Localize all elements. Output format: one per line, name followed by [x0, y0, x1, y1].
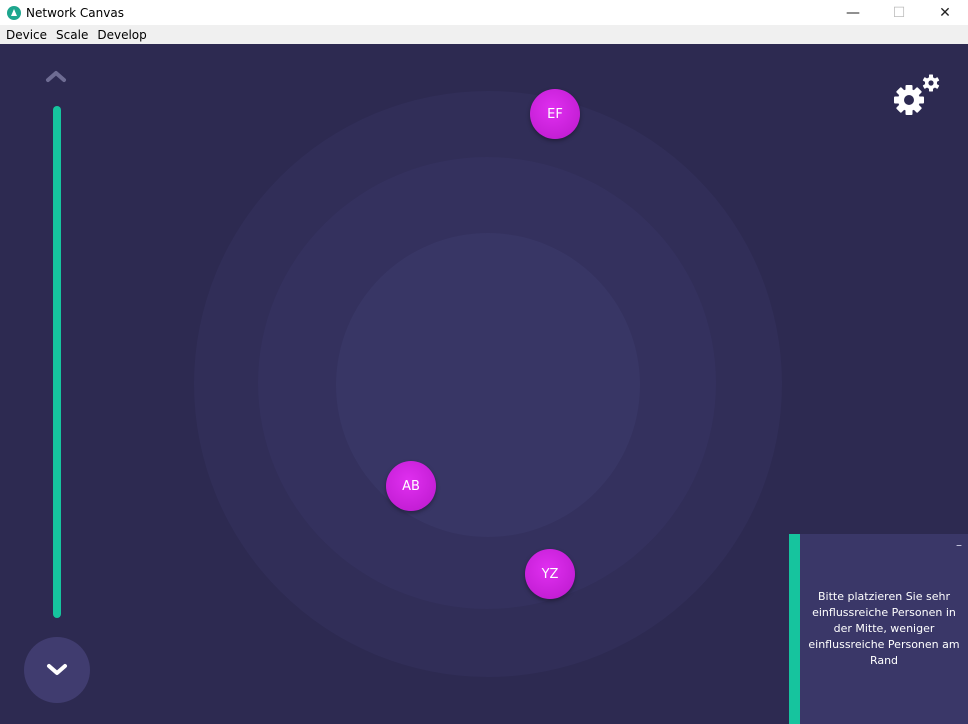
sociogram-canvas[interactable]: EF AB YZ – Bitte platzieren Sie sehr ein… — [0, 44, 968, 724]
menu-scale[interactable]: Scale — [50, 28, 91, 42]
maximize-button[interactable]: ☐ — [876, 0, 922, 25]
minimize-button[interactable]: — — [830, 0, 876, 25]
prompt-minimize-button[interactable]: – — [956, 538, 962, 552]
scroll-up-button[interactable] — [45, 66, 67, 86]
app-logo-icon — [7, 5, 21, 20]
window-controls: — ☐ ✕ — [830, 0, 968, 25]
vertical-slider-track[interactable] — [53, 106, 61, 618]
menu-develop[interactable]: Develop — [91, 28, 149, 42]
prompt-panel: – Bitte platzieren Sie sehr einflussreic… — [789, 534, 968, 724]
close-button[interactable]: ✕ — [922, 0, 968, 25]
scroll-down-button[interactable] — [24, 637, 90, 703]
window-title-bar: Network Canvas — ☐ ✕ — [0, 0, 968, 25]
node-yz[interactable]: YZ — [525, 549, 575, 599]
gears-icon — [894, 74, 940, 115]
node-ef[interactable]: EF — [530, 89, 580, 139]
chevron-down-icon — [47, 664, 67, 675]
concentric-ring-inner — [336, 233, 640, 537]
settings-button[interactable] — [892, 74, 942, 118]
node-ab[interactable]: AB — [386, 461, 436, 511]
menu-device[interactable]: Device — [0, 28, 50, 42]
prompt-text: Bitte platzieren Sie sehr einflussreiche… — [808, 590, 960, 667]
menu-bar: Device Scale Develop — [0, 25, 968, 44]
prompt-body: – Bitte platzieren Sie sehr einflussreic… — [800, 534, 968, 724]
chevron-up-icon — [46, 71, 66, 82]
window-title: Network Canvas — [26, 5, 124, 20]
prompt-accent-bar — [789, 534, 800, 724]
